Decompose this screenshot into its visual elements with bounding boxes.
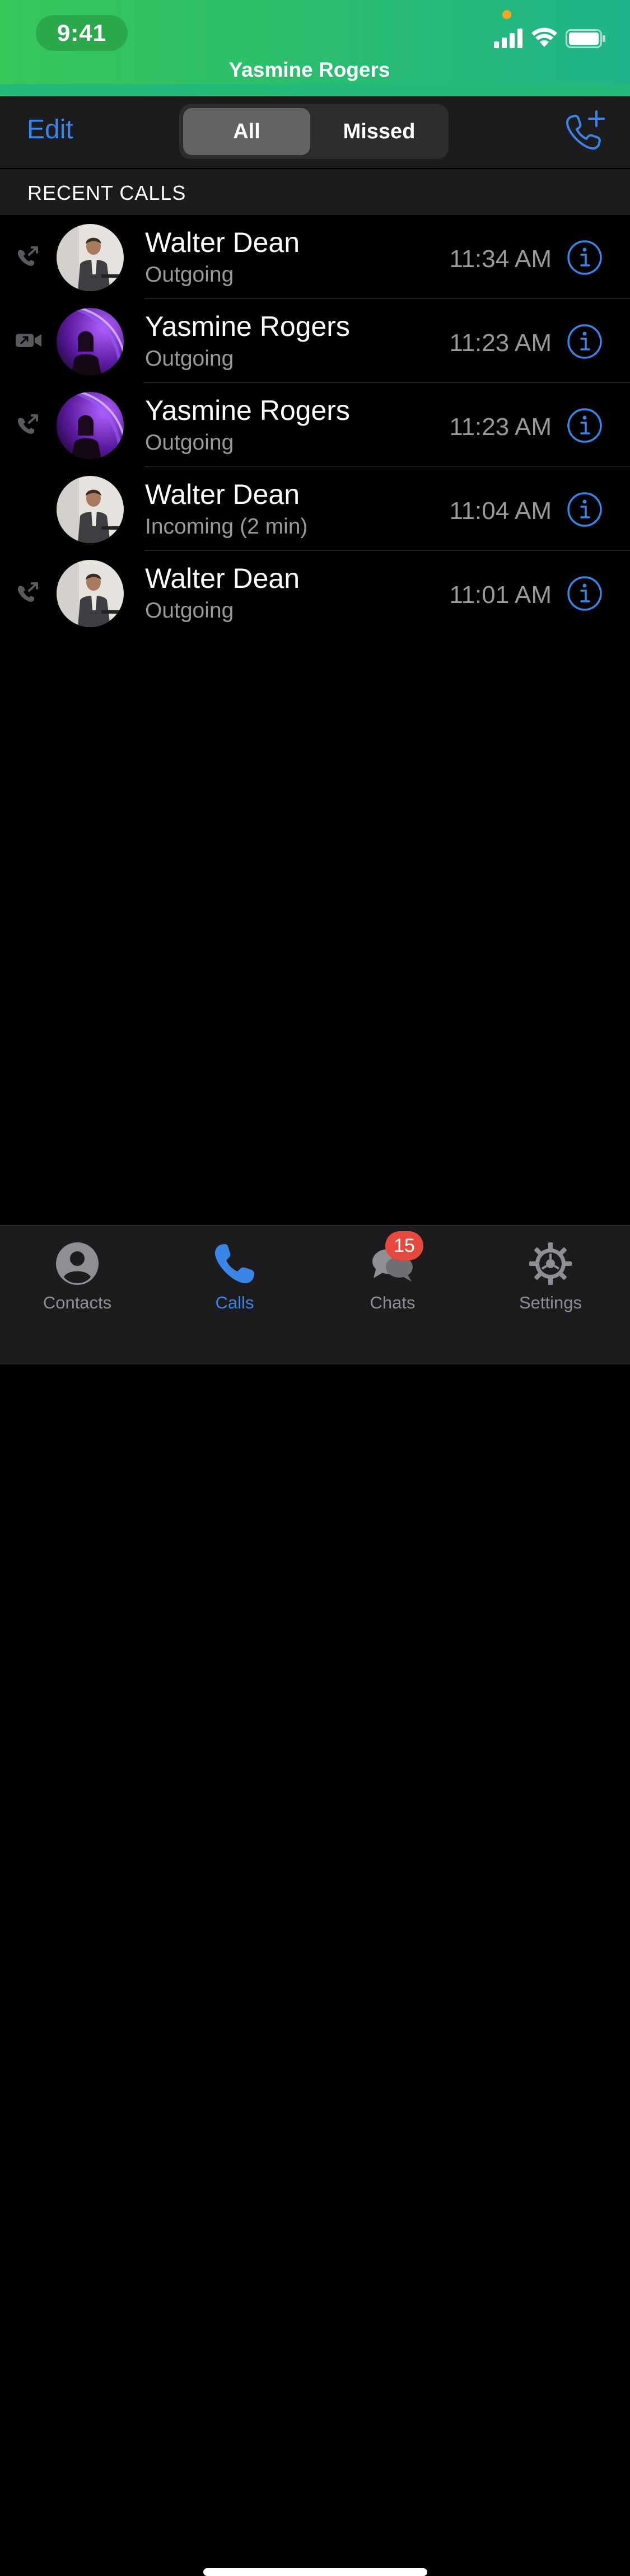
call-detail: Outgoing bbox=[145, 599, 234, 623]
wifi-icon bbox=[531, 27, 557, 47]
call-time: 11:23 AM bbox=[449, 413, 552, 441]
status-time: 9:41 bbox=[36, 15, 128, 51]
call-detail: Outgoing bbox=[145, 347, 234, 371]
tab-calls[interactable]: Calls bbox=[179, 1233, 291, 1317]
outgoing-call-icon bbox=[17, 414, 38, 434]
outgoing-call-icon bbox=[17, 246, 38, 266]
outgoing-call-icon bbox=[17, 582, 38, 602]
caller-name: Yasmine Rogers bbox=[145, 395, 350, 426]
call-detail: Outgoing bbox=[145, 263, 234, 287]
edit-button[interactable]: Edit bbox=[27, 114, 73, 145]
home-indicator[interactable] bbox=[203, 2568, 427, 2576]
call-time: 11:04 AM bbox=[449, 497, 552, 525]
call-row[interactable]: Yasmine Rogers Outgoing 11:23 AM bbox=[0, 383, 630, 467]
caller-name: Walter Dean bbox=[145, 479, 300, 510]
banner-active-call-name: Yasmine Rogers bbox=[228, 58, 390, 81]
call-row[interactable]: Yasmine Rogers Outgoing 11:23 AM bbox=[0, 299, 630, 383]
tab-label: Calls bbox=[215, 1293, 254, 1312]
video-call-icon bbox=[16, 334, 41, 347]
call-banner[interactable]: 9:41 Yasmine Rogers bbox=[0, 0, 630, 96]
caller-name: Yasmine Rogers bbox=[145, 311, 350, 342]
signal-icon bbox=[494, 29, 522, 48]
tab-contacts[interactable]: Contacts bbox=[21, 1233, 133, 1317]
tab-label: Contacts bbox=[43, 1293, 112, 1312]
tab-bar: Contacts Calls Chats 15 Settings bbox=[0, 1225, 630, 2576]
info-icon[interactable] bbox=[567, 576, 603, 611]
call-row[interactable]: Walter Dean Incoming (2 min) 11:04 AM bbox=[0, 467, 630, 551]
call-time: 11:23 AM bbox=[449, 329, 552, 357]
call-time: 11:34 AM bbox=[449, 245, 552, 273]
call-detail: Incoming (2 min) bbox=[145, 515, 308, 539]
unread-badge: 15 bbox=[385, 1231, 423, 1260]
avatar bbox=[57, 392, 124, 459]
call-filter-segmented-control: All Missed bbox=[179, 104, 449, 159]
caller-name: Walter Dean bbox=[145, 227, 300, 258]
info-icon[interactable] bbox=[567, 408, 603, 443]
avatar bbox=[57, 224, 124, 291]
avatar bbox=[57, 308, 124, 375]
gear-icon bbox=[529, 1242, 572, 1285]
call-detail: Outgoing bbox=[145, 431, 234, 455]
phone-icon bbox=[214, 1244, 254, 1284]
avatar bbox=[57, 476, 124, 543]
navigation-bar: Edit All Missed bbox=[0, 96, 630, 168]
battery-icon bbox=[566, 29, 605, 48]
section-header: RECENT CALLS bbox=[0, 169, 630, 215]
info-icon[interactable] bbox=[567, 492, 603, 527]
tab-settings[interactable]: Settings bbox=[494, 1233, 606, 1317]
avatar bbox=[57, 560, 124, 627]
phone-plus-icon[interactable] bbox=[564, 110, 606, 151]
tab-label: Chats bbox=[370, 1293, 416, 1312]
section-title: RECENT CALLS bbox=[27, 181, 186, 204]
call-row[interactable]: Walter Dean Outgoing 11:34 AM bbox=[0, 215, 630, 299]
segment-all[interactable]: All bbox=[183, 108, 310, 155]
call-list: Walter Dean Outgoing 11:34 AM Yasmine Ro… bbox=[0, 215, 630, 635]
segment-missed[interactable]: Missed bbox=[314, 108, 445, 155]
tab-label: Settings bbox=[519, 1293, 582, 1312]
info-icon[interactable] bbox=[567, 324, 603, 359]
privacy-indicator-dot bbox=[502, 10, 511, 19]
person-circle-icon bbox=[56, 1242, 99, 1285]
call-row[interactable]: Walter Dean Outgoing 11:01 AM bbox=[0, 551, 630, 635]
caller-name: Walter Dean bbox=[145, 563, 300, 594]
call-time: 11:01 AM bbox=[449, 581, 552, 609]
info-icon[interactable] bbox=[567, 240, 603, 275]
